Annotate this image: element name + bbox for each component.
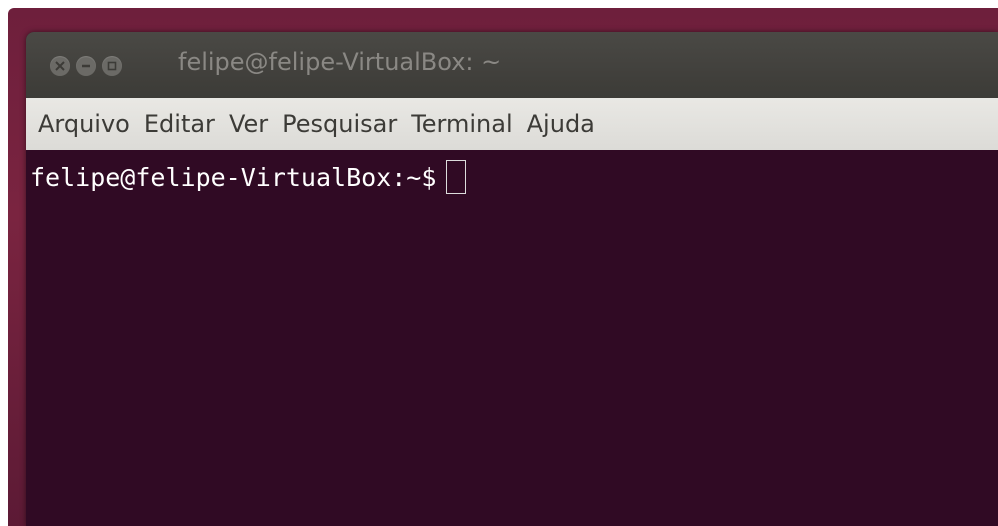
title-bar[interactable]: felipe@felipe-VirtualBox: ~ <box>26 32 998 98</box>
maximize-icon <box>107 61 117 71</box>
menu-ajuda[interactable]: Ajuda <box>527 110 595 138</box>
menu-terminal[interactable]: Terminal <box>411 110 512 138</box>
window-controls <box>50 56 122 76</box>
menu-pesquisar[interactable]: Pesquisar <box>282 110 397 138</box>
minimize-icon <box>82 64 90 68</box>
window-title: felipe@felipe-VirtualBox: ~ <box>178 48 502 76</box>
text-cursor <box>446 160 467 194</box>
menu-ver[interactable]: Ver <box>229 110 268 138</box>
shell-prompt: felipe@felipe-VirtualBox:~$ <box>30 162 437 192</box>
close-button[interactable] <box>50 56 70 76</box>
menu-bar: Arquivo Editar Ver Pesquisar Terminal Aj… <box>26 98 998 150</box>
maximize-button[interactable] <box>102 56 122 76</box>
prompt-line: felipe@felipe-VirtualBox:~$ <box>30 160 467 194</box>
close-icon <box>55 61 65 71</box>
menu-arquivo[interactable]: Arquivo <box>38 110 130 138</box>
terminal-window: felipe@felipe-VirtualBox: ~ Arquivo Edit… <box>26 32 998 526</box>
minimize-button[interactable] <box>76 56 96 76</box>
terminal-area[interactable]: felipe@felipe-VirtualBox:~$ <box>26 150 998 526</box>
menu-editar[interactable]: Editar <box>144 110 215 138</box>
desktop: felipe@felipe-VirtualBox: ~ Arquivo Edit… <box>0 0 998 526</box>
